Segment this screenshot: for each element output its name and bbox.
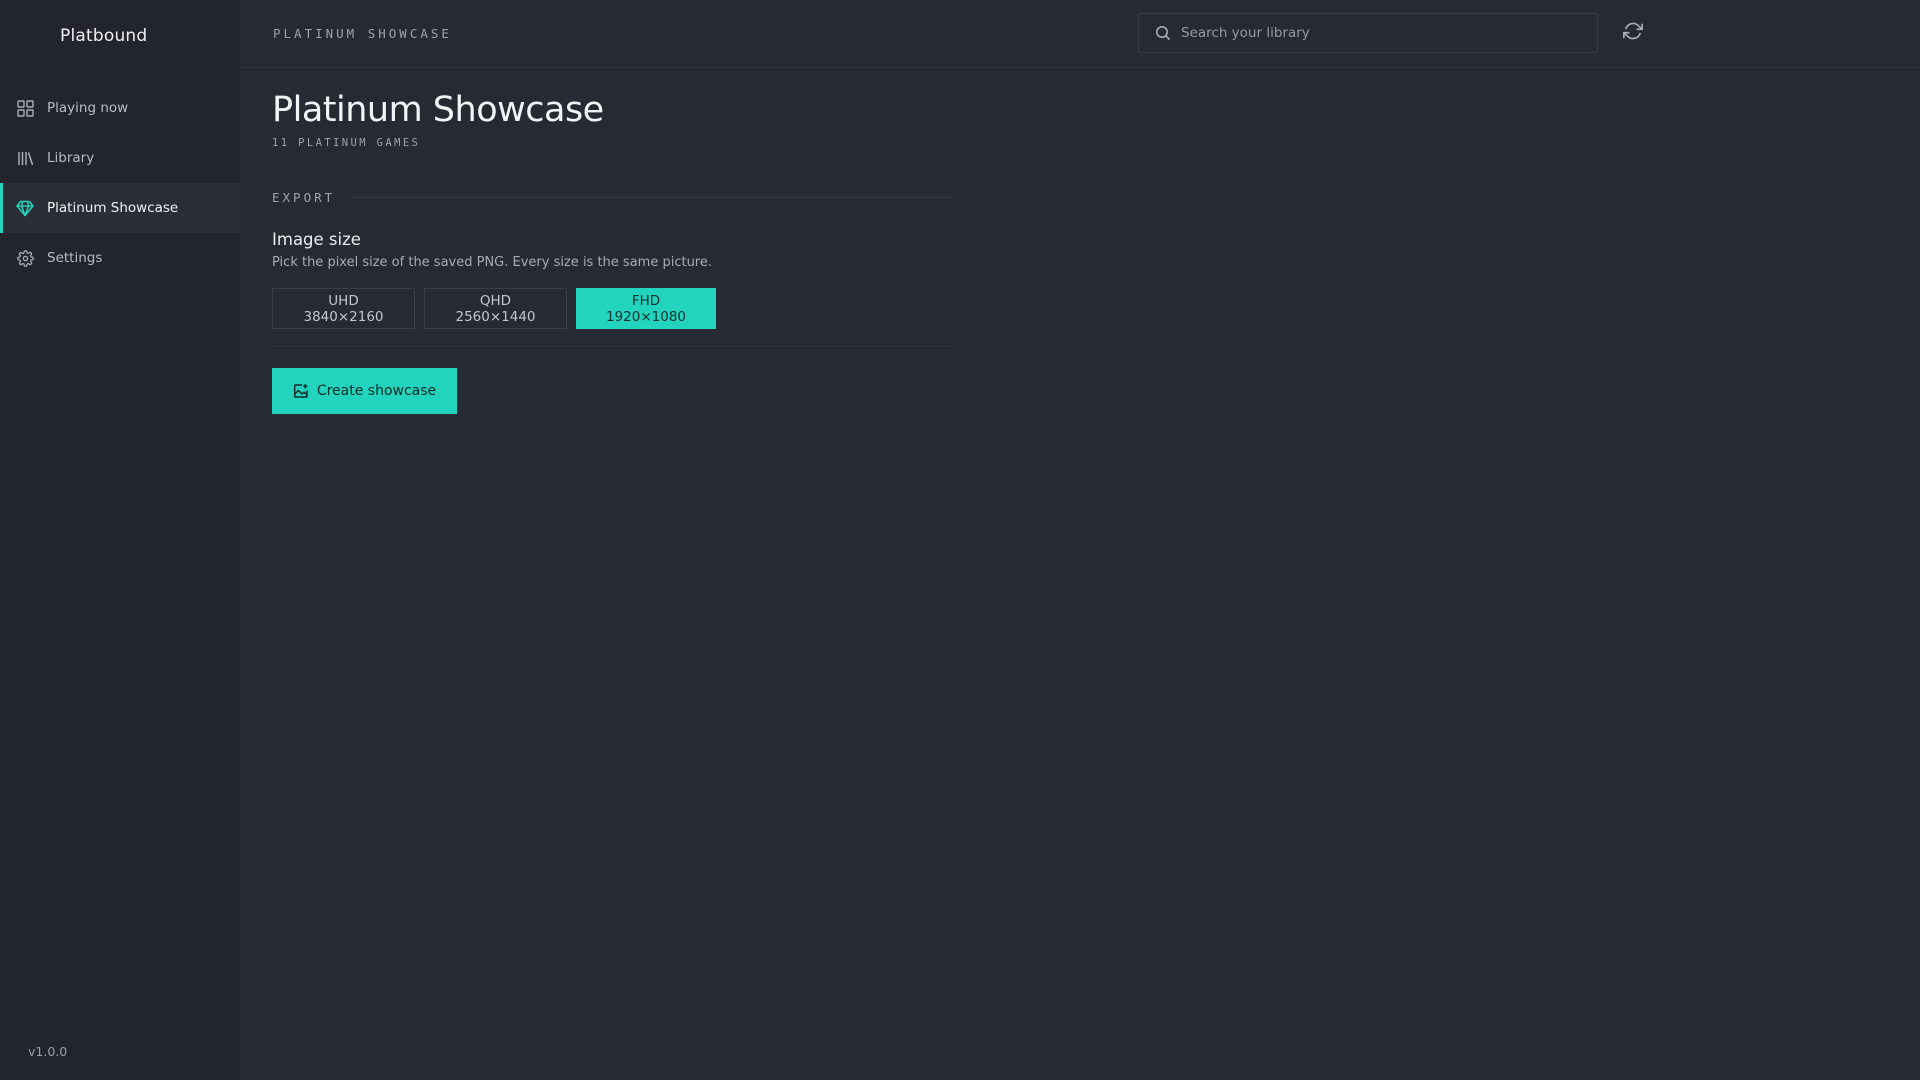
breadcrumb: PLATINUM SHOWCASE	[273, 26, 452, 41]
app-window: Platbound Playing now Library Platinum S…	[0, 0, 1920, 1080]
image-size-options: UHD 3840×2160 QHD 2560×1440 FHD 1920×108…	[272, 288, 716, 329]
grid-icon	[16, 99, 34, 117]
page-title: Platinum Showcase	[272, 90, 604, 130]
refresh-button[interactable]	[1622, 22, 1644, 44]
form-divider	[272, 346, 952, 347]
section-title: EXPORT	[272, 189, 336, 205]
section-header: EXPORT	[272, 189, 952, 205]
image-size-help: Pick the pixel size of the saved PNG. Ev…	[272, 255, 712, 270]
sidebar-item-label: Platinum Showcase	[47, 200, 179, 216]
image-size-label: Image size	[272, 230, 361, 249]
image-plus-icon	[293, 383, 309, 399]
page-subtitle: 11 PLATINUM GAMES	[272, 137, 421, 149]
diamond-icon	[16, 199, 34, 217]
sidebar-nav: Playing now Library Platinum Showcase Se…	[0, 83, 240, 283]
sidebar-item-library[interactable]: Library	[0, 133, 240, 183]
size-option-uhd[interactable]: UHD 3840×2160	[272, 288, 415, 329]
sidebar-item-label: Playing now	[47, 100, 129, 116]
top-bar: PLATINUM SHOWCASE	[240, 0, 1920, 68]
sidebar-item-label: Settings	[47, 250, 103, 266]
search-input[interactable]	[1181, 25, 1581, 41]
library-icon	[16, 149, 34, 167]
size-option-fhd[interactable]: FHD 1920×1080	[576, 288, 716, 329]
sidebar: Platbound Playing now Library Platinum S…	[0, 0, 240, 1080]
search-icon	[1155, 25, 1171, 41]
size-option-qhd[interactable]: QHD 2560×1440	[424, 288, 567, 329]
search-box[interactable]	[1138, 13, 1598, 53]
app-version: v1.0.0	[28, 1044, 68, 1059]
section-divider	[351, 196, 952, 198]
create-showcase-label: Create showcase	[316, 383, 437, 399]
sidebar-item-platinum-showcase[interactable]: Platinum Showcase	[0, 183, 240, 233]
gear-icon	[16, 249, 34, 267]
sidebar-item-playing-now[interactable]: Playing now	[0, 83, 240, 133]
app-brand: Platbound	[60, 26, 148, 46]
sidebar-item-settings[interactable]: Settings	[0, 233, 240, 283]
sidebar-item-label: Library	[47, 150, 95, 166]
create-showcase-button[interactable]: Create showcase	[272, 368, 457, 414]
refresh-icon	[1623, 21, 1643, 45]
